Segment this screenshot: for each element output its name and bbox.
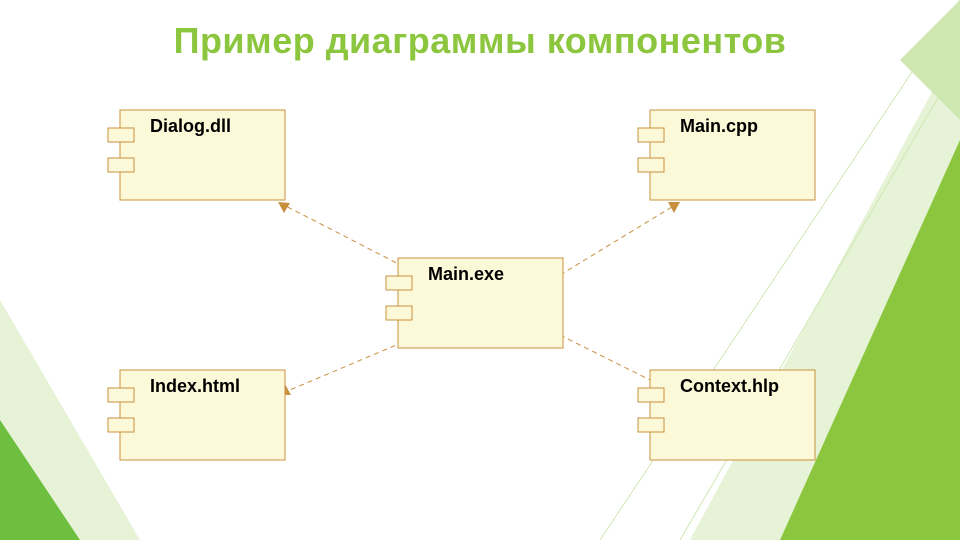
dependency-arrow — [560, 202, 680, 275]
component-maincpp: Main.cpp — [638, 110, 815, 200]
component-label: Dialog.dll — [150, 116, 231, 136]
component-index: Index.html — [108, 370, 285, 460]
component-context: Context.hlp — [638, 370, 815, 460]
component-diagram: Dialog.dll Main.cpp Main.exe Index.html — [0, 0, 960, 540]
component-label: Main.exe — [428, 264, 504, 284]
component-label: Context.hlp — [680, 376, 779, 396]
slide: Пример диаграммы компонентов Dialog. — [0, 0, 960, 540]
component-mainexe: Main.exe — [386, 258, 563, 348]
component-label: Main.cpp — [680, 116, 758, 136]
component-dialog: Dialog.dll — [108, 110, 285, 200]
component-label: Index.html — [150, 376, 240, 396]
